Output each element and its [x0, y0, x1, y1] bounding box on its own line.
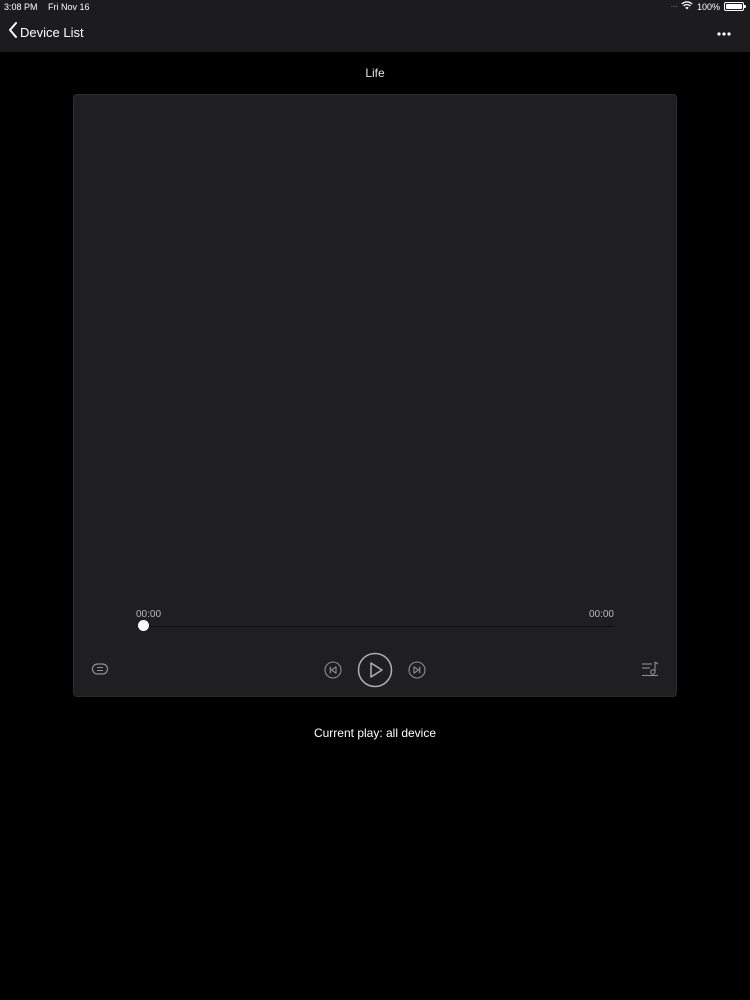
progress-thumb[interactable] — [138, 620, 149, 631]
repeat-button[interactable] — [90, 662, 110, 681]
status-date: Fri Nov 16 — [48, 2, 90, 12]
elapsed-time: 00:00 — [136, 609, 162, 620]
play-icon — [357, 652, 393, 693]
navigation-bar: 3:08 PM Fri Nov 16 ···· 100% Device List — [0, 0, 750, 52]
chevron-left-icon — [8, 22, 18, 43]
back-button[interactable]: Device List — [8, 22, 84, 43]
total-time: 00:00 — [588, 609, 614, 620]
status-indicators: ···· 100% — [670, 1, 746, 12]
more-options-button[interactable] — [712, 24, 736, 40]
battery-icon — [724, 2, 746, 11]
previous-track-button[interactable] — [323, 660, 343, 684]
back-label: Device List — [20, 25, 84, 40]
status-time: 3:08 PM — [4, 2, 38, 12]
next-track-button[interactable] — [407, 660, 427, 684]
next-track-icon — [408, 660, 426, 684]
repeat-icon — [91, 662, 109, 681]
battery-percentage: 100% — [696, 1, 720, 12]
previous-track-icon — [324, 660, 342, 684]
playlist-icon — [641, 660, 659, 683]
battery-level — [726, 4, 742, 9]
ellipsis-icon — [717, 23, 731, 41]
play-button[interactable] — [357, 652, 393, 693]
player-card: 00:00 00:00 — [73, 94, 677, 697]
current-play-label: Current play: all device — [313, 726, 437, 740]
progress-bar[interactable] — [140, 626, 614, 627]
playlist-button[interactable] — [640, 661, 660, 681]
song-title: Life — [365, 66, 385, 80]
wifi-icon — [681, 1, 693, 12]
signal-icon: ···· — [670, 2, 678, 11]
